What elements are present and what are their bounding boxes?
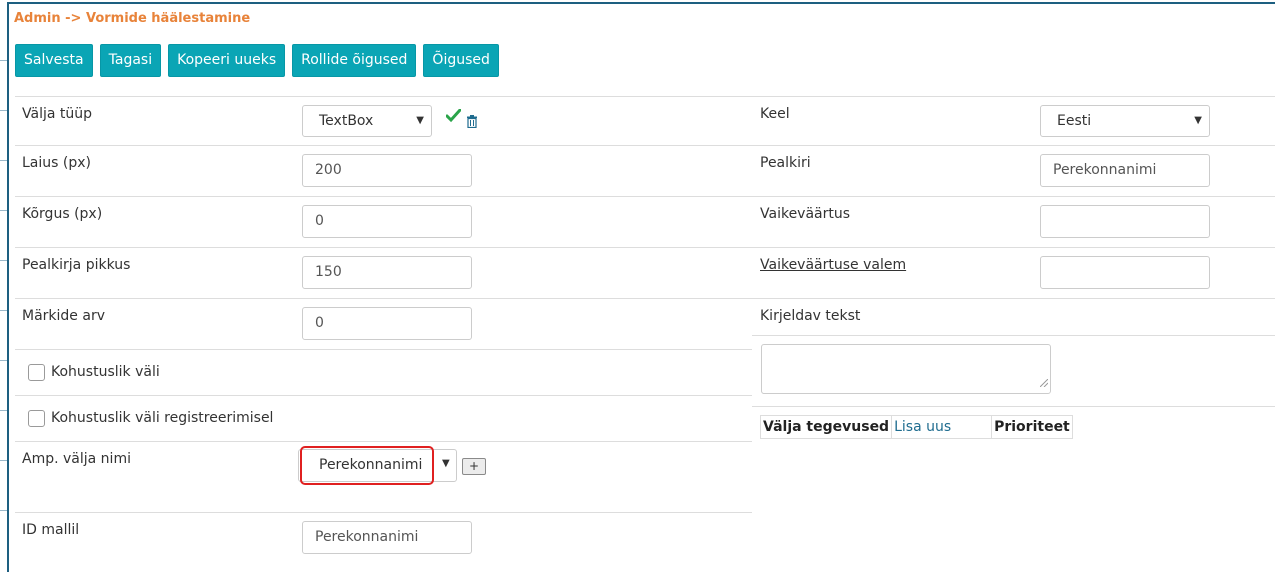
check-icon[interactable] xyxy=(445,108,462,127)
row-divider xyxy=(15,145,1275,146)
left-tick xyxy=(0,60,7,61)
rights-button[interactable]: Õigused xyxy=(423,44,499,77)
add-new-link[interactable]: Lisa uus xyxy=(891,415,993,439)
required-label: Kohustuslik väli xyxy=(51,364,160,380)
template-id-label: ID mallil xyxy=(22,522,80,538)
left-tick xyxy=(0,510,7,511)
height-input[interactable]: 0 xyxy=(302,205,472,238)
row-divider xyxy=(15,395,752,396)
description-textarea[interactable] xyxy=(761,344,1051,394)
row-divider xyxy=(15,298,1275,299)
left-border xyxy=(7,2,9,572)
top-border xyxy=(8,2,1275,4)
row-divider xyxy=(15,247,1275,248)
chevron-down-icon: ▼ xyxy=(416,115,424,126)
row-divider xyxy=(15,512,752,513)
left-tick xyxy=(0,460,7,461)
left-tick xyxy=(0,310,7,311)
left-tick xyxy=(0,160,7,161)
width-input[interactable]: 200 xyxy=(302,154,472,187)
language-select[interactable]: Eesti ▼ xyxy=(1040,105,1210,137)
left-tick xyxy=(0,410,7,411)
language-value: Eesti xyxy=(1057,113,1092,129)
amp-field-label: Amp. välja nimi xyxy=(22,451,131,467)
breadcrumb[interactable]: Admin -> Vormide häälestamine xyxy=(14,11,250,26)
field-type-label: Välja tüüp xyxy=(22,106,92,122)
title-length-input[interactable]: 150 xyxy=(302,256,472,289)
field-actions-table: Välja tegevused Lisa uus Prioriteet xyxy=(759,415,1073,439)
amp-field-value: Perekonnanimi xyxy=(319,457,423,473)
required-registration-checkbox[interactable] xyxy=(28,410,45,427)
trash-icon[interactable] xyxy=(466,115,478,132)
title-input[interactable]: Perekonnanimi xyxy=(1040,154,1210,187)
priority-header: Prioriteet xyxy=(991,415,1073,439)
table-row: Välja tegevused Lisa uus Prioriteet xyxy=(759,415,1073,439)
language-label: Keel xyxy=(760,106,790,122)
chevron-down-icon: ▼ xyxy=(1194,115,1202,126)
required-checkbox[interactable] xyxy=(28,364,45,381)
default-formula-link[interactable]: Vaikeväärtuse valem xyxy=(760,257,906,273)
char-count-input[interactable]: 0 xyxy=(302,307,472,340)
height-label: Kõrgus (px) xyxy=(22,206,103,222)
add-amp-field-button[interactable]: + xyxy=(462,458,486,475)
row-divider xyxy=(15,96,1275,97)
field-type-value: TextBox xyxy=(319,113,374,129)
row-divider xyxy=(752,406,1275,407)
title-label: Pealkiri xyxy=(760,155,811,171)
default-value-input[interactable] xyxy=(1040,205,1210,238)
role-rights-button[interactable]: Rollide õigused xyxy=(292,44,417,77)
default-value-label: Vaikeväärtus xyxy=(760,206,851,222)
row-divider xyxy=(15,196,1275,197)
title-length-label: Pealkirja pikkus xyxy=(22,257,131,273)
row-divider xyxy=(752,335,1275,336)
field-actions-header: Välja tegevused xyxy=(759,415,893,439)
width-label: Laius (px) xyxy=(22,155,91,171)
toolbar: Salvesta Tagasi Kopeeri uueks Rollide õi… xyxy=(15,44,499,77)
row-divider xyxy=(15,441,752,442)
chevron-down-icon: ▼ xyxy=(442,458,450,469)
left-tick xyxy=(0,360,7,361)
char-count-label: Märkide arv xyxy=(22,308,105,324)
resize-handle-icon[interactable] xyxy=(1039,375,1049,391)
field-type-select[interactable]: TextBox ▼ xyxy=(302,105,432,137)
left-tick xyxy=(0,110,7,111)
description-label: Kirjeldav tekst xyxy=(760,308,861,324)
save-button[interactable]: Salvesta xyxy=(15,44,93,77)
copy-new-button[interactable]: Kopeeri uueks xyxy=(168,44,286,77)
left-tick xyxy=(0,210,7,211)
default-formula-input[interactable] xyxy=(1040,256,1210,289)
template-id-input[interactable]: Perekonnanimi xyxy=(302,521,472,554)
row-divider xyxy=(15,349,752,350)
left-tick xyxy=(0,260,7,261)
required-registration-label: Kohustuslik väli registreerimisel xyxy=(51,410,274,426)
back-button[interactable]: Tagasi xyxy=(99,44,162,77)
